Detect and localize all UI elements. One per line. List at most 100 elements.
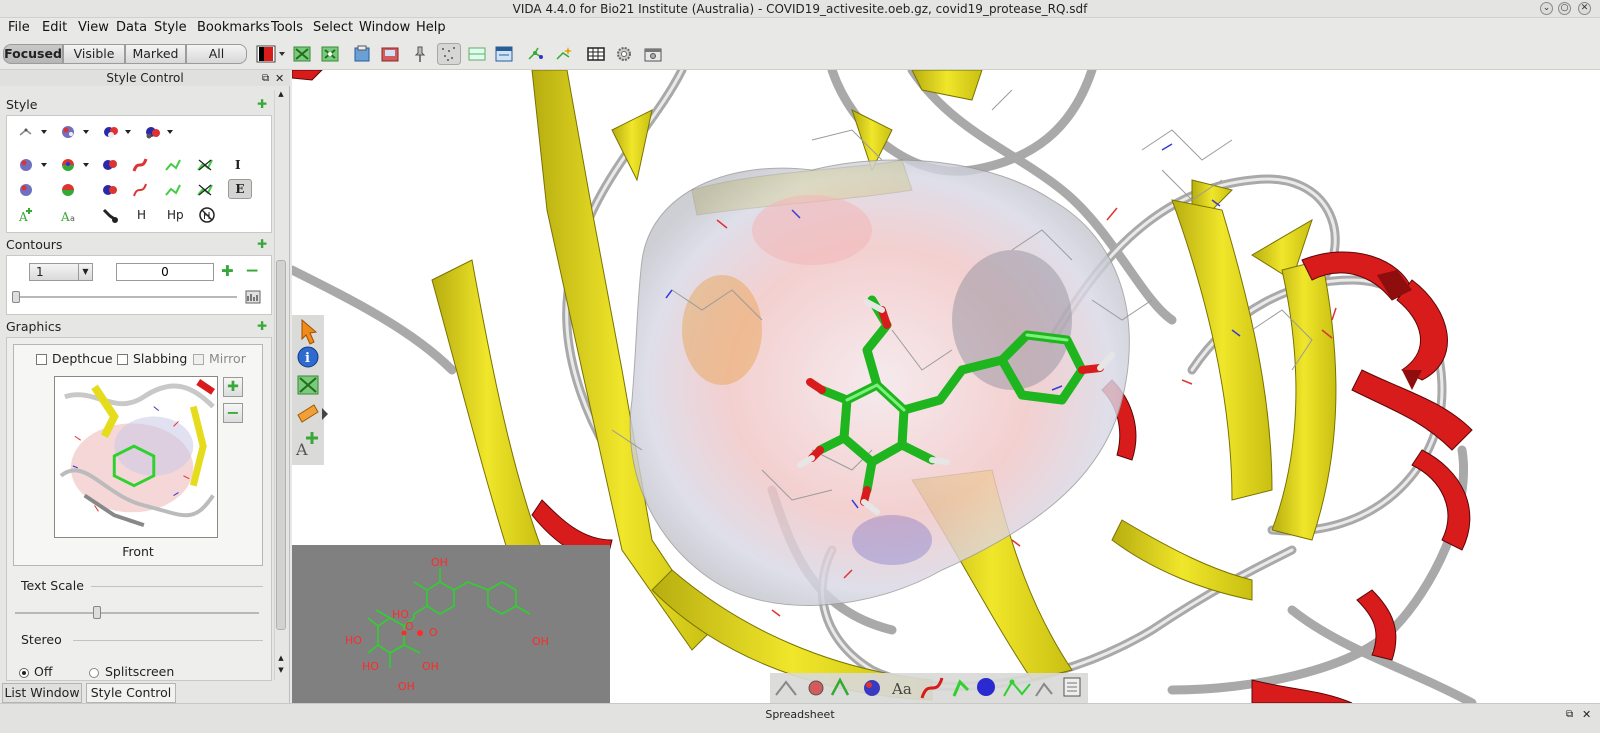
point-cloud-icon[interactable] <box>437 43 461 65</box>
camera-window-icon[interactable] <box>643 45 663 63</box>
contours-section-header[interactable]: Contours ✚ <box>6 237 272 253</box>
minimize-icon[interactable]: ⌄ <box>1540 2 1553 15</box>
settings-gear-icon[interactable] <box>614 45 634 63</box>
histogram-icon[interactable] <box>245 290 261 304</box>
label-E-button[interactable]: E <box>228 179 252 199</box>
hydrogen-H-icon[interactable]: H <box>137 208 146 222</box>
tab-list-window[interactable]: List Window <box>2 683 82 703</box>
menu-file[interactable]: File <box>6 20 32 36</box>
window-layout-icon[interactable] <box>494 45 514 63</box>
contours-expand-icon[interactable]: ✚ <box>257 238 267 250</box>
scope-focused-button[interactable]: Focused <box>3 44 63 64</box>
surface-atoms-icon[interactable] <box>17 181 37 199</box>
tool-expand-icon[interactable] <box>322 408 328 420</box>
menu-window[interactable]: Window <box>357 20 412 36</box>
surface-toggle-icon[interactable] <box>864 680 880 696</box>
hide-stick-2-icon[interactable] <box>195 181 215 199</box>
fit-all-icon[interactable] <box>320 45 340 63</box>
spreadsheet-float-icon[interactable]: ⧉ <box>1566 704 1573 726</box>
no-hydrogen-icon[interactable]: H <box>197 206 217 224</box>
cpk-style-dropdown-icon[interactable] <box>143 123 177 141</box>
menu-data[interactable]: Data <box>114 20 149 36</box>
menu-style[interactable]: Style <box>152 20 189 36</box>
spacefill-toggle-icon[interactable] <box>977 678 995 696</box>
pin-icon[interactable] <box>410 45 430 63</box>
ligand-label-o-ring: O <box>405 620 414 633</box>
add-contour-icon[interactable]: ✚ <box>221 262 234 280</box>
menu-tools[interactable]: Tools <box>269 20 305 36</box>
depthcue-checkbox[interactable] <box>36 354 47 365</box>
contour-value-input[interactable] <box>116 263 214 281</box>
menu-view[interactable]: View <box>76 20 111 36</box>
stick-2-icon[interactable] <box>163 181 183 199</box>
molecule-view-icon[interactable] <box>526 45 546 63</box>
label-small-icon[interactable]: Aa <box>59 206 79 224</box>
stick-icon[interactable] <box>163 156 183 174</box>
slabbing-checkbox[interactable] <box>117 354 128 365</box>
contour-level-select[interactable]: 1 ▼ <box>29 263 93 281</box>
panel-header: Style Control ⧉ ✕ <box>0 70 290 86</box>
zoom-in-button[interactable]: ✚ <box>223 377 243 397</box>
surface-shield-icon[interactable] <box>59 181 79 199</box>
text-scale-slider-track[interactable] <box>15 612 259 614</box>
table-grid-icon[interactable] <box>586 45 606 63</box>
color-picker-icon[interactable] <box>256 45 288 63</box>
spreadsheet-close-icon[interactable]: ✕ <box>1582 704 1591 726</box>
contour-slider-handle[interactable] <box>12 291 20 303</box>
close-panel-icon[interactable]: ✕ <box>275 71 284 87</box>
stereo-off-radio[interactable] <box>19 668 29 678</box>
hide-stick-icon[interactable] <box>195 156 215 174</box>
hbond-icon[interactable] <box>100 206 120 224</box>
scroll-thumb[interactable] <box>276 260 286 630</box>
zoom-out-button[interactable]: − <box>223 403 243 423</box>
view-thumbnail[interactable] <box>54 376 218 538</box>
grid-lines-icon[interactable] <box>467 45 487 63</box>
polar-hydrogen-Hp-icon[interactable]: Hp <box>167 208 184 222</box>
close-window-icon[interactable]: ✕ <box>1578 2 1591 15</box>
wire-style-dropdown-icon[interactable] <box>17 123 51 141</box>
remove-contour-icon[interactable]: − <box>245 261 259 281</box>
copy-image-icon[interactable] <box>352 45 372 63</box>
maximize-icon[interactable]: ○ <box>1558 2 1571 15</box>
spacefill-style-dropdown-icon[interactable] <box>101 123 135 141</box>
text-scale-slider-handle[interactable] <box>93 606 101 619</box>
molecule-viewport[interactable]: i A OH HO OH O O HO HO OH OH Aa <box>292 70 1600 703</box>
style-expand-icon[interactable]: ✚ <box>257 98 267 110</box>
surface-style-dropdown-icon[interactable] <box>59 123 93 141</box>
graphics-expand-icon[interactable]: ✚ <box>257 320 267 332</box>
scroll-down-icon[interactable]: ▼ <box>276 666 286 676</box>
add-text-icon[interactable]: A <box>295 440 308 459</box>
float-panel-icon[interactable]: ⧉ <box>262 71 269 87</box>
scope-all-button[interactable]: All <box>186 44 247 64</box>
add-label-icon[interactable]: A <box>17 206 37 224</box>
spacefill-2-icon[interactable] <box>100 181 120 199</box>
graphics-section-header[interactable]: Graphics ✚ <box>6 319 272 335</box>
molecule-sparkle-icon[interactable] <box>554 45 574 63</box>
panel-scrollbar[interactable]: ▲ ▲ ▼ <box>274 90 286 680</box>
contour-slider-track[interactable] <box>15 296 237 298</box>
protein-scene[interactable]: i A OH HO OH O O HO HO OH OH Aa <box>292 70 1600 703</box>
menu-help[interactable]: Help <box>414 20 448 36</box>
ribbon-icon[interactable] <box>130 156 150 174</box>
menu-bookmarks[interactable]: Bookmarks <box>195 20 272 36</box>
menu-edit[interactable]: Edit <box>40 20 69 36</box>
ribbon-2-icon[interactable] <box>130 181 150 199</box>
label-toggle-icon[interactable]: Aa <box>891 680 912 698</box>
surface-color-dropdown-icon[interactable] <box>17 156 51 174</box>
scroll-up-bottom-icon[interactable]: ▲ <box>276 654 286 664</box>
multicolor-surface-dropdown-icon[interactable] <box>59 156 93 174</box>
scope-marked-button[interactable]: Marked <box>125 44 186 64</box>
menu-select[interactable]: Select <box>311 20 355 36</box>
mirror-checkbox[interactable] <box>193 354 204 365</box>
save-image-icon[interactable] <box>380 45 400 63</box>
ball-stick-icon[interactable] <box>808 680 824 696</box>
style-section-header[interactable]: Style ✚ <box>6 97 272 113</box>
spreadsheet-bar[interactable]: Spreadsheet ⧉ ✕ <box>0 703 1600 733</box>
spacefill-icon[interactable] <box>100 156 120 174</box>
stereo-splitscreen-radio[interactable] <box>89 668 99 678</box>
label-I-icon[interactable]: I <box>235 158 241 172</box>
fit-view-icon[interactable] <box>292 45 312 63</box>
scroll-up-icon[interactable]: ▲ <box>276 90 286 100</box>
tab-style-control[interactable]: Style Control <box>86 683 176 703</box>
scope-visible-button[interactable]: Visible <box>63 44 125 64</box>
